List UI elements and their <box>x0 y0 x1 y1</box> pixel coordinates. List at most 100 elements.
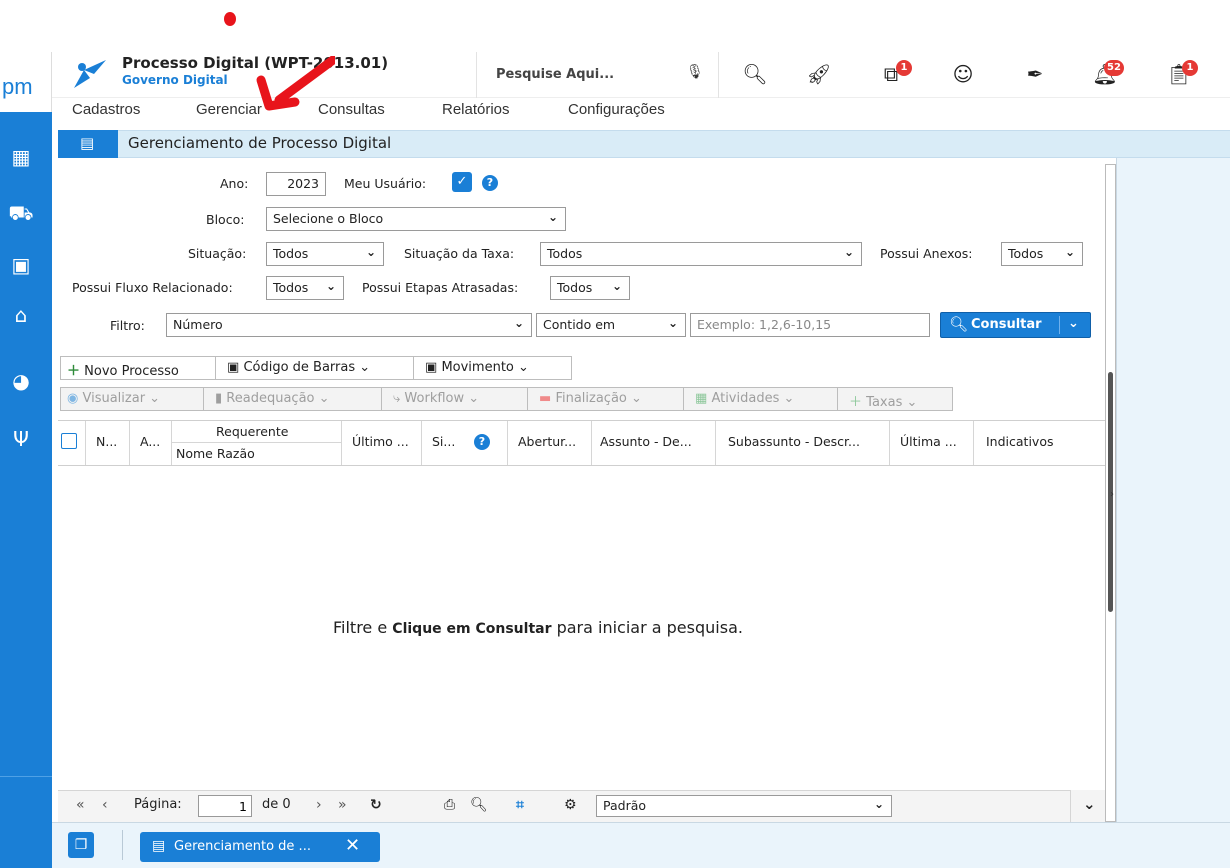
truck-icon[interactable]: ⛟ <box>8 200 34 226</box>
building-icon[interactable]: ⌂ <box>8 302 34 328</box>
filtro-valor-input[interactable]: Exemplo: 1,2,6-10,15 <box>690 313 930 337</box>
annotation-arrow <box>256 56 335 111</box>
col-situacao[interactable]: Si...? <box>422 421 508 465</box>
page-total: de 0 <box>262 797 291 812</box>
taxas-button[interactable]: ＋ Taxas ⌄ <box>843 388 923 410</box>
hierarchy-icon[interactable]: ⧉ 1 <box>874 58 912 90</box>
col-ano[interactable]: A... <box>130 421 172 465</box>
windows-icon[interactable]: ❐ <box>68 832 94 858</box>
col-ultima[interactable]: Última ... <box>890 421 974 465</box>
calendar-icon: ▦ <box>695 391 708 406</box>
chevron-down-icon: ⌄ <box>1083 795 1096 813</box>
meu-usuario-label: Meu Usuário: <box>344 176 427 191</box>
print-icon[interactable]: ⎙ <box>444 797 455 813</box>
situacao-label: Situação: <box>188 246 247 261</box>
rail-logo[interactable]: pm <box>0 52 52 112</box>
pager-collapse[interactable]: ⌄ <box>1070 790 1105 822</box>
situacao-taxa-select[interactable]: Todos ⌄ <box>540 242 862 266</box>
select-all-checkbox[interactable] <box>61 433 77 449</box>
app-subtitle: Governo Digital <box>122 73 228 87</box>
first-page-icon[interactable]: « <box>76 797 85 813</box>
refresh-icon[interactable]: ↻ <box>370 797 382 813</box>
prev-page-icon[interactable]: ‹ <box>102 797 108 813</box>
bloco-label: Bloco: <box>206 212 245 227</box>
id-badge-icon[interactable]: ▣ <box>8 252 34 278</box>
global-search: 🎙 <box>484 60 714 88</box>
col-ultimo[interactable]: Último ... <box>342 421 422 465</box>
close-icon[interactable]: ✕ <box>345 835 360 856</box>
search-input[interactable] <box>496 62 676 86</box>
finalizacao-button[interactable]: ▬ Finalização ⌄ <box>533 388 648 410</box>
microphone-icon[interactable]: 🎙 <box>686 64 704 80</box>
atividades-button[interactable]: ▦ Atividades ⌄ <box>689 388 800 410</box>
chevron-down-icon: ⌄ <box>873 797 884 811</box>
meu-usuario-checkbox[interactable]: ✓ <box>452 172 472 192</box>
ano-label: Ano: <box>220 176 249 191</box>
operador-select[interactable]: Contido em ⌄ <box>536 313 686 337</box>
crop-icon[interactable]: ⌗ <box>516 797 524 813</box>
menu-gerenciar[interactable]: Gerenciar <box>196 101 262 118</box>
gear-icon[interactable]: ⚙ <box>564 797 577 813</box>
consultar-button[interactable]: 🔍︎ Consultar ⌄ <box>940 312 1091 338</box>
next-page-icon[interactable]: › <box>316 797 322 813</box>
rail-divider <box>0 776 52 777</box>
filtro-select[interactable]: Número ⌄ <box>166 313 532 337</box>
possui-etapas-select[interactable]: Todos ⌄ <box>550 276 630 300</box>
menu-cadastros[interactable]: Cadastros <box>72 101 140 118</box>
page-label: Página: <box>134 797 182 812</box>
header-divider <box>718 52 719 98</box>
help-icon[interactable]: ? <box>482 175 498 191</box>
bell-icon[interactable]: 🔔︎ 52 <box>1088 58 1124 90</box>
calculator-icon[interactable]: ▦ <box>8 144 34 170</box>
novo-processo-button[interactable]: ＋ Novo Processo <box>61 357 185 379</box>
clipboard-icon[interactable]: 📋︎ 1 <box>1162 58 1198 90</box>
open-tab-gerenciamento[interactable]: ▤ Gerenciamento de ... ✕ <box>140 832 380 862</box>
situacao-select[interactable]: Todos ⌄ <box>266 242 384 266</box>
readequacao-button[interactable]: ▮ Readequação ⌄ <box>209 388 336 410</box>
col-subassunto[interactable]: Subassunto - Descr... <box>716 421 890 465</box>
possui-fluxo-select[interactable]: Todos ⌄ <box>266 276 344 300</box>
chevron-down-icon: ⌄ <box>843 245 854 259</box>
page-number-input[interactable] <box>198 795 252 817</box>
bars-icon: ▮ <box>215 391 223 406</box>
menu-configuracoes[interactable]: Configurações <box>568 101 665 118</box>
chevron-down-icon[interactable]: ⌄ <box>1068 316 1079 331</box>
left-rail <box>0 52 52 868</box>
col-requerente[interactable]: Requerente Nome Razão <box>172 421 342 465</box>
col-assunto[interactable]: Assunto - De... <box>592 421 716 465</box>
menu-relatorios[interactable]: Relatórios <box>442 101 510 118</box>
movimento-button[interactable]: ▣ Movimento ⌄ <box>419 357 535 379</box>
pen-icon[interactable]: ✒ <box>1018 58 1052 90</box>
possui-anexos-select[interactable]: Todos ⌄ <box>1001 242 1083 266</box>
workflow-button[interactable]: ⤷ Workflow ⌄ <box>387 388 485 410</box>
col-abertura[interactable]: Abertur... <box>508 421 592 465</box>
pie-chart-icon[interactable]: ◕ <box>8 368 34 394</box>
help-icon[interactable]: ? <box>474 434 490 450</box>
chevron-down-icon: ⌄ <box>513 316 524 330</box>
col-indicativos[interactable]: Indicativos <box>974 421 1105 465</box>
filtro-label: Filtro: <box>110 318 145 333</box>
search-icon[interactable]: 🔍︎ <box>738 58 772 90</box>
chevron-down-icon: ⌄ <box>547 210 558 224</box>
possui-etapas-label: Possui Etapas Atrasadas: <box>362 280 519 295</box>
rocket-icon[interactable]: 🚀︎ <box>802 58 836 90</box>
ano-input[interactable]: 2023 <box>266 172 326 196</box>
taskbar-divider <box>122 830 123 860</box>
panel-expand-chevron-icon[interactable]: › <box>1110 489 1114 500</box>
hands-icon[interactable]: Ψ <box>8 426 34 452</box>
last-page-icon[interactable]: » <box>338 797 347 813</box>
plus-icon: ＋ <box>67 364 81 379</box>
codigo-barras-button[interactable]: ▣ Código de Barras ⌄ <box>221 357 376 379</box>
zoom-icon[interactable]: 🔍︎ <box>470 797 488 813</box>
support-agent-icon[interactable]: ☺ <box>946 58 980 90</box>
right-side-panel <box>1116 158 1230 822</box>
secondary-toolbar: ◉ Visualizar ⌄ ▮ Readequação ⌄ ⤷ Workflo… <box>60 387 953 411</box>
visualizar-button[interactable]: ◉ Visualizar ⌄ <box>61 388 166 410</box>
bloco-select[interactable]: Selecione o Bloco ⌄ <box>266 207 566 231</box>
annotation-dot <box>224 12 236 26</box>
movement-doc-icon: ▣ <box>425 360 438 375</box>
tasks-badge: 1 <box>1182 60 1198 76</box>
layout-select[interactable]: Padrão ⌄ <box>596 795 892 817</box>
chevron-down-icon: ⌄ <box>325 279 336 293</box>
col-numero[interactable]: N... <box>86 421 130 465</box>
